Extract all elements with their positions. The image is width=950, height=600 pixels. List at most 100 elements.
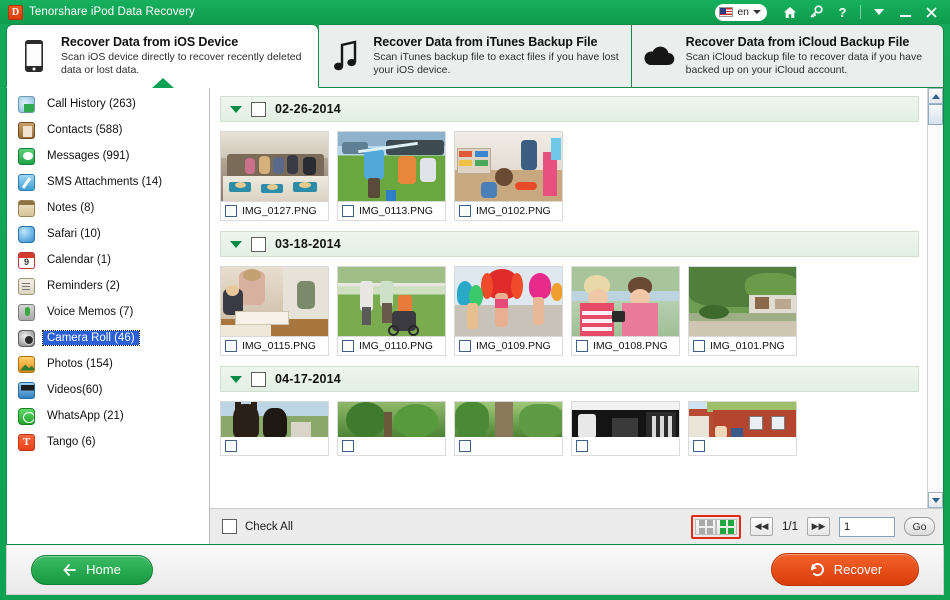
file-checkbox[interactable]	[459, 340, 471, 352]
first-page-icon[interactable]: ◀◀	[750, 517, 773, 536]
gallery-scrollbar[interactable]	[927, 88, 943, 508]
check-all-control[interactable]: Check All	[222, 519, 293, 534]
page-input[interactable]	[839, 516, 895, 537]
scroll-down-button[interactable]	[928, 492, 943, 508]
file-checkbox[interactable]	[576, 440, 588, 452]
group-checkbox[interactable]	[251, 371, 266, 387]
thumbnail-image[interactable]	[454, 266, 563, 337]
thumbnail-cell[interactable]: IMG_0113.PNG	[337, 131, 446, 221]
sidebar-item-videos[interactable]: Videos(60)	[7, 377, 209, 403]
file-checkbox[interactable]	[693, 440, 705, 452]
thumbnail-cell[interactable]	[220, 401, 329, 456]
thumbnail-cell[interactable]: IMG_0127.PNG	[220, 131, 329, 221]
file-checkbox[interactable]	[459, 205, 471, 217]
thumbnail-caption: IMG_0108.PNG	[571, 337, 680, 356]
sidebar-item-reminders[interactable]: Reminders (2)	[7, 273, 209, 299]
last-page-icon[interactable]: ▶▶	[807, 517, 830, 536]
tab-recover-icloud-backup[interactable]: Recover Data from iCloud Backup File Sca…	[631, 24, 944, 88]
recover-button[interactable]: Recover	[771, 553, 919, 586]
group-header[interactable]: 02-26-2014	[220, 96, 919, 122]
view-mode-toggle[interactable]	[691, 514, 741, 539]
file-checkbox[interactable]	[459, 440, 471, 452]
key-icon[interactable]	[803, 0, 829, 24]
group-checkbox[interactable]	[251, 101, 266, 117]
file-checkbox[interactable]	[576, 340, 588, 352]
thumbnail-image[interactable]	[220, 131, 329, 202]
gallery-scroll-area[interactable]: 02-26-2014 IMG_0127.PNG IMG_0113.PNG IMG…	[210, 88, 927, 508]
file-checkbox[interactable]	[225, 205, 237, 217]
messages-icon	[18, 147, 35, 165]
thumbnail-cell[interactable]: IMG_0115.PNG	[220, 266, 329, 356]
help-icon[interactable]: ?	[829, 0, 855, 24]
thumbnail-image[interactable]	[220, 401, 329, 437]
sidebar-item-messages[interactable]: Messages (991)	[7, 143, 209, 169]
scrollbar-thumb[interactable]	[928, 104, 943, 125]
sidebar-item-contacts[interactable]: Contacts (588)	[7, 117, 209, 143]
thumbnail-image[interactable]	[220, 266, 329, 337]
grid-large-icon[interactable]	[716, 518, 737, 535]
file-name: IMG_0113.PNG	[359, 205, 433, 217]
group-header[interactable]: 03-18-2014	[220, 231, 919, 257]
home-button[interactable]: Home	[31, 554, 153, 585]
go-button[interactable]: Go	[904, 517, 935, 536]
sidebar-item-voice-memos[interactable]: Voice Memos (7)	[7, 299, 209, 325]
thumbnail-image[interactable]	[688, 401, 797, 437]
sidebar-item-calendar[interactable]: Calendar (1)	[7, 247, 209, 273]
videos-icon	[18, 381, 35, 399]
close-icon[interactable]	[918, 0, 944, 24]
sidebar-item-photos[interactable]: Photos (154)	[7, 351, 209, 377]
thumbnail-image[interactable]	[571, 401, 680, 437]
us-flag-icon	[719, 7, 734, 17]
sidebar-item-sms-attachments[interactable]: SMS Attachments (14)	[7, 169, 209, 195]
thumbnail-cell[interactable]: IMG_0108.PNG	[571, 266, 680, 356]
thumbnail-image[interactable]	[337, 131, 446, 202]
chevron-down-icon[interactable]	[866, 0, 892, 24]
file-checkbox[interactable]	[693, 340, 705, 352]
scrollbar-track[interactable]	[928, 125, 943, 492]
thumbnail-cell[interactable]	[337, 401, 446, 456]
check-all-checkbox[interactable]	[222, 519, 237, 534]
sidebar-item-whatsapp[interactable]: WhatsApp (21)	[7, 403, 209, 429]
thumbnail-image[interactable]	[337, 401, 446, 437]
thumbnail-image[interactable]	[688, 266, 797, 337]
photos-icon	[18, 355, 35, 373]
sidebar-item-label: Calendar (1)	[47, 254, 111, 266]
thumbnail-image[interactable]	[454, 401, 563, 437]
sidebar-item-camera-roll[interactable]: Camera Roll (46)	[7, 325, 209, 351]
sidebar-item-notes[interactable]: Notes (8)	[7, 195, 209, 221]
file-checkbox[interactable]	[225, 440, 237, 452]
grid-small-icon[interactable]	[695, 518, 716, 535]
thumbnail-image[interactable]	[571, 266, 680, 337]
collapse-triangle-icon[interactable]	[230, 375, 242, 383]
thumbnail-image[interactable]	[454, 131, 563, 202]
sidebar-item-safari[interactable]: Safari (10)	[7, 221, 209, 247]
thumbnail-cell[interactable]	[571, 401, 680, 456]
mode-tabs: Recover Data from iOS Device Scan iOS de…	[0, 24, 950, 88]
group-header[interactable]: 04-17-2014	[220, 366, 919, 392]
file-checkbox[interactable]	[342, 340, 354, 352]
main-content: Call History (263) Contacts (588) Messag…	[6, 88, 944, 545]
language-selector[interactable]: en	[715, 3, 767, 21]
tab-subtitle: Scan iOS device directly to recover rece…	[61, 51, 302, 76]
tab-recover-ios-device[interactable]: Recover Data from iOS Device Scan iOS de…	[6, 24, 320, 88]
home-icon[interactable]	[777, 0, 803, 24]
scroll-up-button[interactable]	[928, 88, 943, 104]
language-label: en	[737, 6, 749, 18]
thumbnail-cell[interactable]: IMG_0101.PNG	[688, 266, 797, 356]
thumbnail-cell[interactable]	[454, 401, 563, 456]
thumbnail-cell[interactable]: IMG_0109.PNG	[454, 266, 563, 356]
minimize-icon[interactable]	[892, 0, 918, 24]
file-checkbox[interactable]	[225, 340, 237, 352]
sidebar-item-call-history[interactable]: Call History (263)	[7, 91, 209, 117]
file-checkbox[interactable]	[342, 440, 354, 452]
sidebar-item-tango[interactable]: Tango (6)	[7, 429, 209, 455]
collapse-triangle-icon[interactable]	[230, 240, 242, 248]
collapse-triangle-icon[interactable]	[230, 105, 242, 113]
thumbnail-cell[interactable]	[688, 401, 797, 456]
thumbnail-cell[interactable]: IMG_0102.PNG	[454, 131, 563, 221]
thumbnail-image[interactable]	[337, 266, 446, 337]
group-checkbox[interactable]	[251, 236, 266, 252]
thumbnail-cell[interactable]: IMG_0110.PNG	[337, 266, 446, 356]
file-checkbox[interactable]	[342, 205, 354, 217]
tab-recover-itunes-backup[interactable]: Recover Data from iTunes Backup File Sca…	[319, 24, 632, 88]
